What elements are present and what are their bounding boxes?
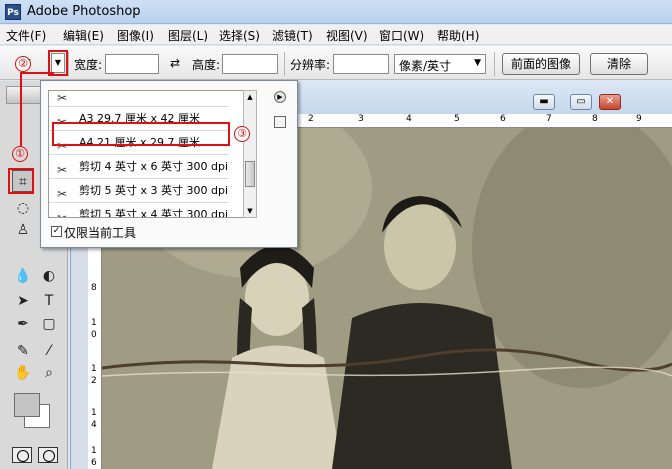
ruler-tick-label: 9 [636,114,642,124]
resolution-label: 分辨率: [290,58,331,72]
blur-icon[interactable]: 💧 [12,265,34,287]
ruler-tick-label: 1 [91,408,97,418]
current-tool-only-checkbox[interactable]: ✓ [51,226,62,237]
menu-bar: 文件(F) 编辑(E) 图像(I) 图层(L) 选择(S) 滤镜(T) 视图(V… [0,25,672,45]
options-separator [284,52,285,76]
options-separator [494,52,495,76]
foreground-color-swatch[interactable] [14,393,40,417]
path-selection-icon[interactable]: ➤ [12,290,34,312]
clear-button[interactable]: 清除 [590,53,648,75]
menu-help[interactable]: 帮助(H) [437,27,479,44]
maximize-icon[interactable]: ▭ [570,94,592,110]
ruler-tick-label: 4 [406,114,412,124]
menu-file[interactable]: 文件(F) [6,27,46,44]
preset-label: 剪切 5 英寸 x 4 英寸 300 dpi [79,208,228,218]
preset-list-partial-item: ✂ [49,91,229,107]
swap-dimensions-icon[interactable]: ⇄ [170,56,180,70]
menu-filter[interactable]: 滤镜(T) [272,27,313,44]
menu-layer[interactable]: 图层(L) [168,27,208,44]
app-title: Adobe Photoshop [27,4,141,19]
height-input[interactable] [222,54,278,74]
crop-preset-icon: ✂ [57,211,68,218]
preset-4x6[interactable]: ✂ 剪切 4 英寸 x 6 英寸 300 dpi [49,155,229,179]
ruler-tick-label: 4 [91,420,97,430]
ruler-tick-label: 3 [358,114,364,124]
shape-icon[interactable]: ▢ [38,313,60,335]
ruler-tick-label: 2 [91,376,97,386]
annotation-connector [20,72,22,146]
ruler-tick-label: 7 [546,114,552,124]
menu-edit[interactable]: 编辑(E) [63,27,104,44]
close-icon[interactable]: ✕ [599,94,621,110]
lasso-icon[interactable]: ◌ [12,197,34,219]
quick-mask-button[interactable] [38,447,58,463]
scroll-up-icon[interactable]: ▲ [244,91,256,103]
ruler-tick-label: 6 [500,114,506,124]
annotation-a4-box [52,122,230,146]
menu-select[interactable]: 选择(S) [219,27,260,44]
options-bar: 宽度: ⇄ 高度: 分辨率: 像素/英寸 ▼ 前面的图像 清除 [0,46,672,80]
ruler-tick-label: 2 [308,114,314,124]
ruler-tick-label: 6 [91,458,97,468]
standard-mode-button[interactable] [12,447,32,463]
preset-list: ✂ ✂ A3 29.7 厘米 x 42 厘米 ✂ A4 21 厘米 x 29.7… [48,90,244,218]
annotation-callout-3: ③ [234,126,250,142]
preset-5x3[interactable]: ✂ 剪切 5 英寸 x 3 英寸 300 dpi [49,179,229,203]
new-preset-icon[interactable] [274,116,286,128]
front-image-button[interactable]: 前面的图像 [502,53,580,75]
scrollbar-thumb[interactable] [245,161,255,187]
ruler-tick-label: 1 [91,318,97,328]
annotation-crop-tool-box [8,168,34,194]
preset-label: 剪切 4 英寸 x 6 英寸 300 dpi [79,160,228,173]
scroll-down-icon[interactable]: ▼ [244,205,256,217]
dodge-icon[interactable]: ◐ [38,265,60,287]
ruler-tick-label: 8 [91,283,97,293]
preset-label: 剪切 5 英寸 x 3 英寸 300 dpi [79,184,228,197]
photoshop-app-icon: Ps [5,4,21,20]
resolution-unit-value: 像素/英寸 [399,59,452,73]
height-label: 高度: [192,58,221,72]
title-bar: Ps Adobe Photoshop [0,0,672,24]
menu-view[interactable]: 视图(V) [326,27,368,44]
annotation-preset-button-box [48,50,68,76]
ruler-tick-label: 1 [91,364,97,374]
preset-list-scrollbar[interactable]: ▲ ▼ [243,90,257,218]
type-icon[interactable]: T [38,290,60,312]
menu-image[interactable]: 图像(I) [117,27,154,44]
annotation-callout-1: ① [12,146,28,162]
width-label: 宽度: [74,58,103,72]
resolution-unit-select[interactable]: 像素/英寸 ▼ [394,54,486,74]
notes-icon[interactable]: ✎ [12,340,34,362]
annotation-callout-2: ② [15,56,31,72]
menu-window[interactable]: 窗口(W) [379,27,424,44]
panel-menu-icon[interactable]: ▶ [274,91,286,103]
ruler-tick-label: 1 [91,446,97,456]
hand-icon[interactable]: ✋ [12,362,34,384]
current-tool-only-label: 仅限当前工具 [64,226,137,240]
minimize-icon[interactable]: ▬ [533,94,555,110]
eyedropper-icon[interactable]: ⁄ [38,340,60,362]
width-input[interactable] [105,54,159,74]
zoom-icon[interactable]: ⌕ [38,362,60,384]
ruler-tick-label: 8 [592,114,598,124]
clone-stamp-icon[interactable]: ♙ [12,219,34,241]
pen-icon[interactable]: ✒ [12,313,34,335]
ruler-tick-label: 5 [454,114,460,124]
resolution-input[interactable] [333,54,389,74]
chevron-down-icon: ▼ [474,58,481,68]
ruler-tick-label: 0 [91,330,97,340]
preset-5x4[interactable]: ✂ 剪切 5 英寸 x 4 英寸 300 dpi [49,203,229,218]
options-separator [68,52,69,76]
